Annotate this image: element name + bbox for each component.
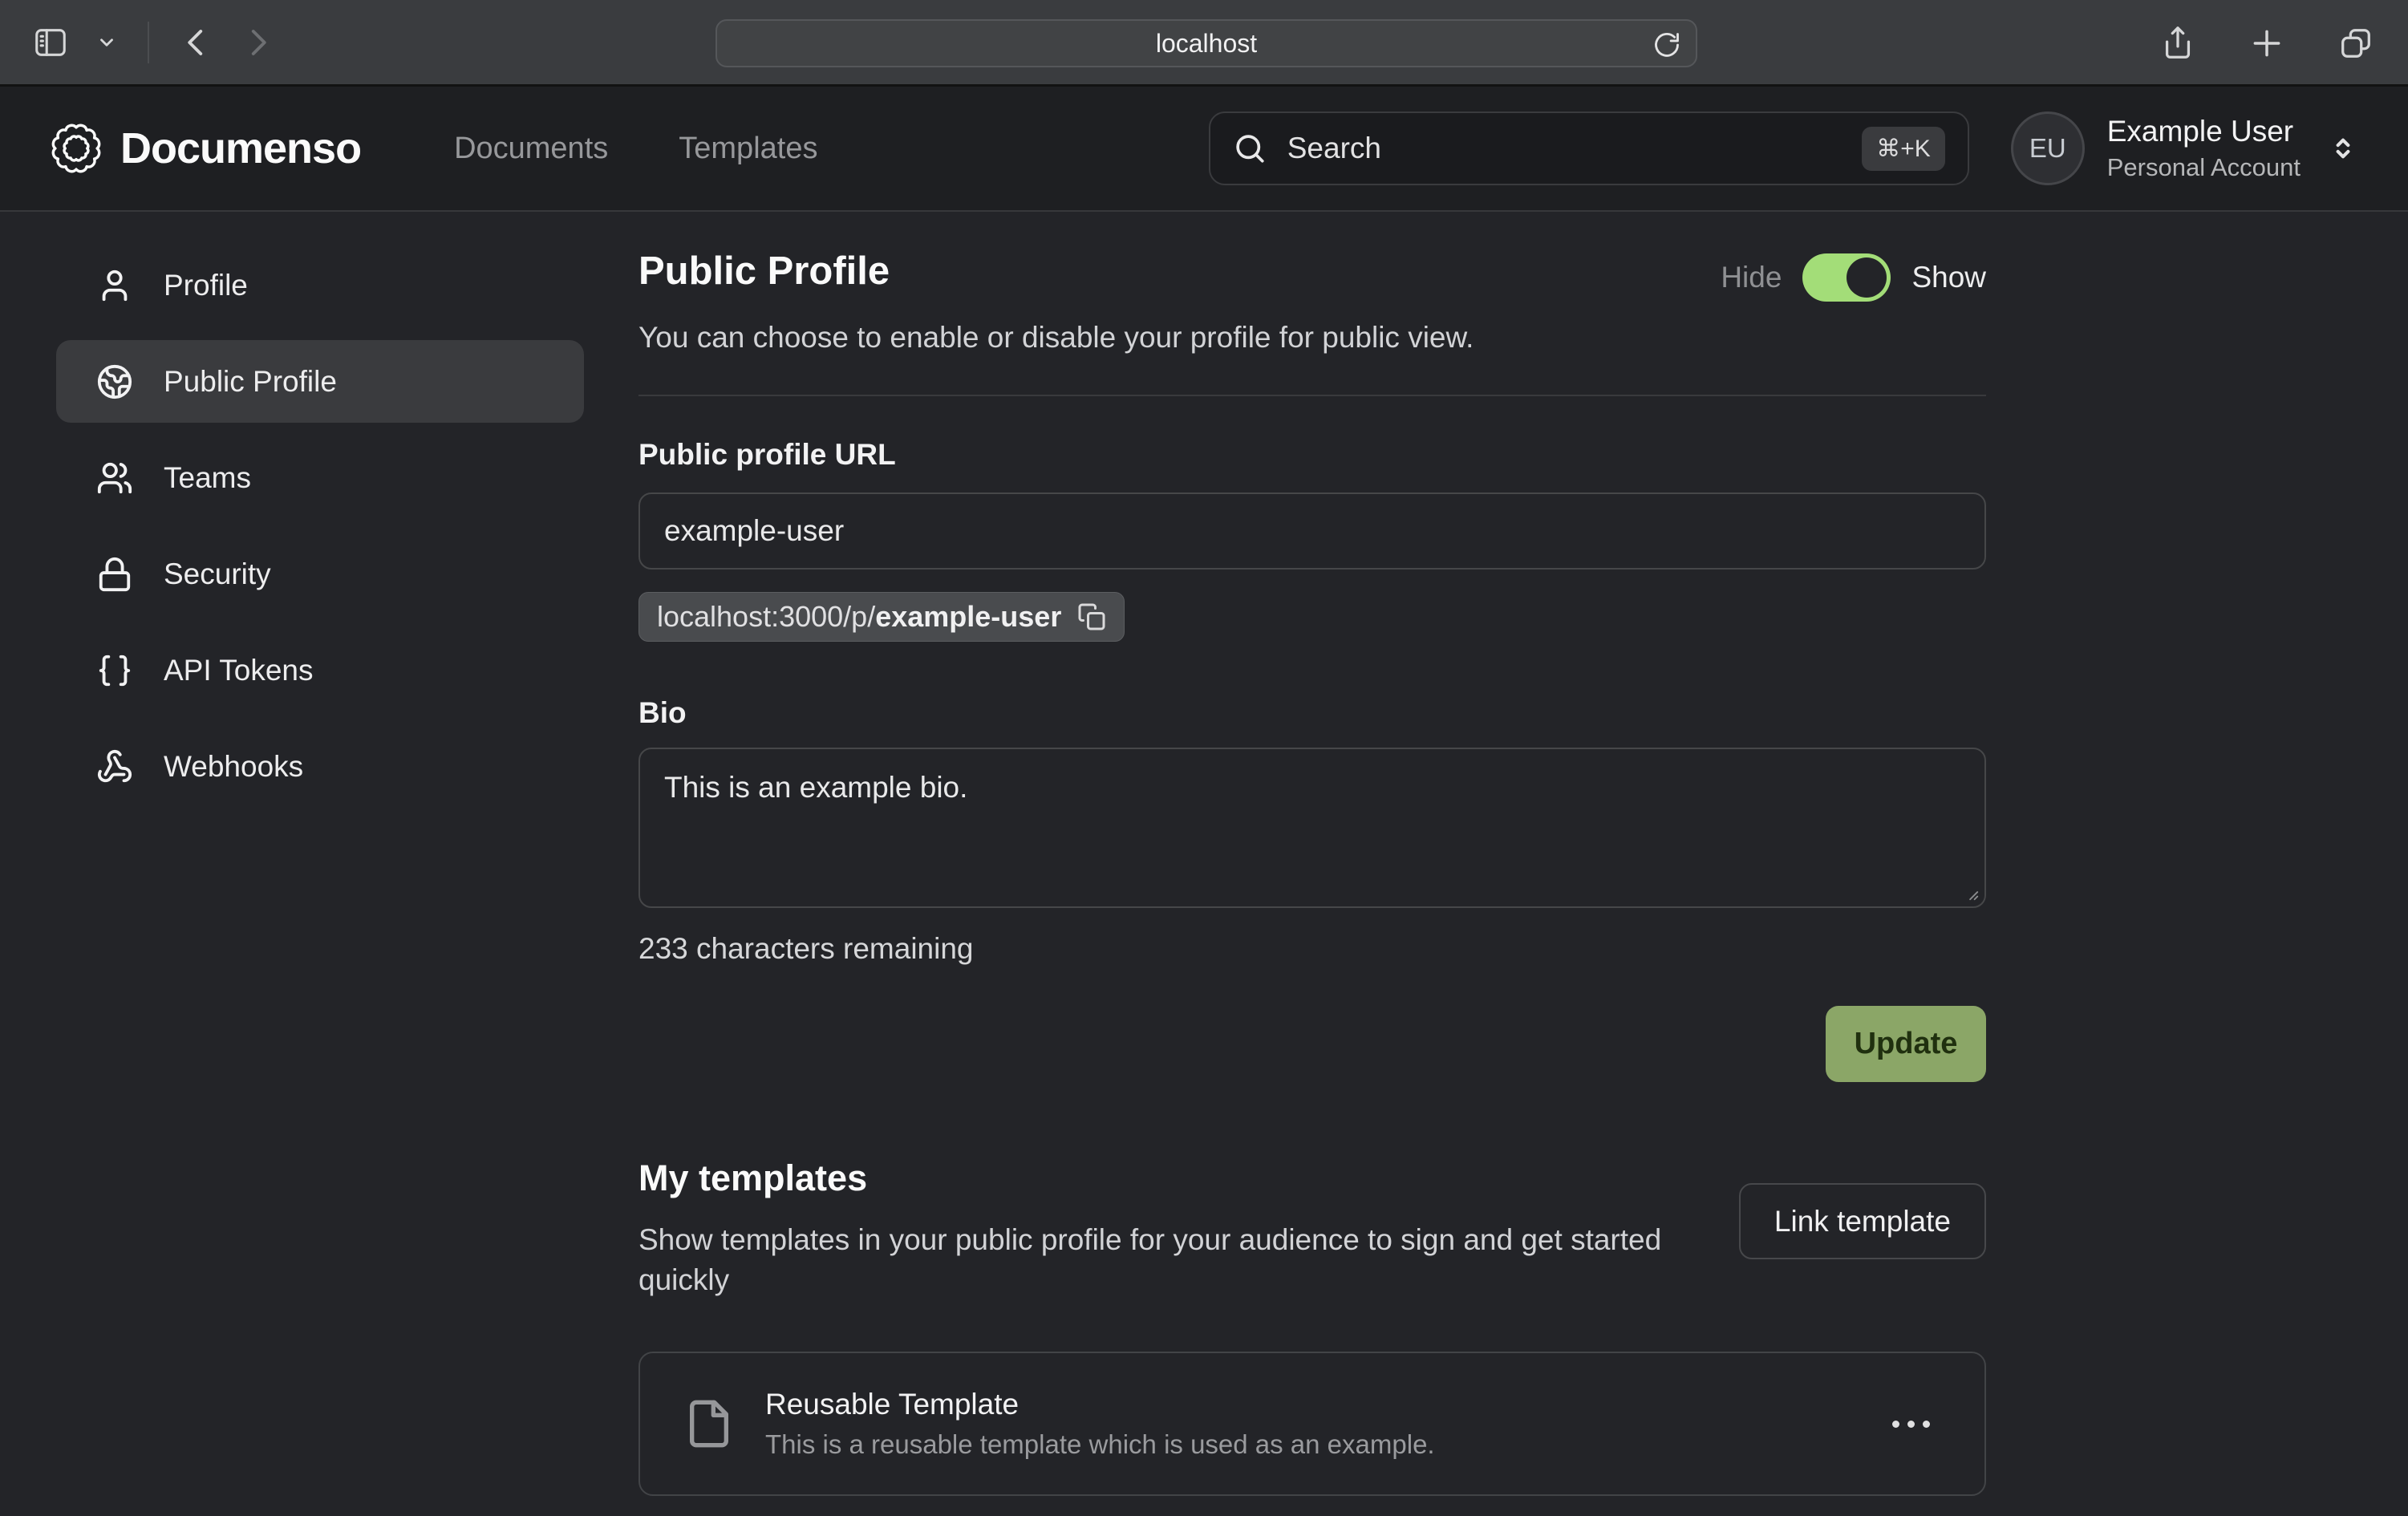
braces-icon bbox=[96, 652, 133, 689]
template-card: Reusable Template This is a reusable tem… bbox=[638, 1352, 1986, 1496]
sidebar-item-label: Profile bbox=[164, 269, 248, 302]
sidebar-item-label: Webhooks bbox=[164, 750, 303, 784]
profile-url-preview[interactable]: localhost:3000/p/example-user bbox=[638, 592, 1125, 642]
section-divider bbox=[638, 395, 1986, 396]
toggle-hide-label: Hide bbox=[1721, 261, 1782, 294]
profile-visibility-toggle[interactable] bbox=[1802, 253, 1891, 302]
toolbar-separator bbox=[148, 22, 149, 63]
public-profile-settings: Public Profile Hide Show You can choose … bbox=[638, 244, 1986, 1496]
nav-templates[interactable]: Templates bbox=[679, 132, 817, 166]
bio-char-counter: 233 characters remaining bbox=[638, 932, 1986, 966]
sidebar-item-public-profile[interactable]: Public Profile bbox=[56, 340, 584, 423]
user-menu[interactable]: EU Example User Personal Account bbox=[2011, 111, 2358, 185]
search-input[interactable] bbox=[1287, 132, 1862, 165]
my-templates-description: Show templates in your public profile fo… bbox=[638, 1220, 1705, 1300]
brand-name: Documenso bbox=[120, 124, 361, 173]
user-name: Example User bbox=[2107, 115, 2301, 148]
bio-textarea[interactable]: This is an example bio. bbox=[638, 748, 1986, 908]
documenso-logo-icon bbox=[50, 122, 103, 175]
page-subtitle: You can choose to enable or disable your… bbox=[638, 319, 1986, 356]
sidebar-item-security[interactable]: Security bbox=[56, 533, 584, 615]
users-icon bbox=[96, 460, 133, 497]
globe-icon bbox=[96, 363, 133, 400]
sidebar-item-api-tokens[interactable]: API Tokens bbox=[56, 629, 584, 711]
copy-icon[interactable] bbox=[1077, 602, 1106, 631]
my-templates-title: My templates bbox=[638, 1157, 1705, 1199]
refresh-icon[interactable] bbox=[1652, 30, 1681, 59]
bio-label: Bio bbox=[638, 696, 1986, 730]
webhook-icon bbox=[96, 748, 133, 785]
avatar: EU bbox=[2011, 111, 2085, 185]
share-icon[interactable] bbox=[2159, 25, 2196, 62]
address-bar-url: localhost bbox=[1156, 29, 1257, 59]
file-icon bbox=[683, 1398, 735, 1449]
toolbar-chevron-down-icon[interactable] bbox=[96, 32, 117, 53]
sidebar-item-webhooks[interactable]: Webhooks bbox=[56, 725, 584, 808]
brand[interactable]: Documenso bbox=[50, 122, 361, 175]
sidebar-item-profile[interactable]: Profile bbox=[56, 244, 584, 326]
search-shortcut-badge: ⌘+K bbox=[1862, 127, 1945, 171]
toggle-show-label: Show bbox=[1911, 261, 1986, 294]
sidebar-item-label: Teams bbox=[164, 461, 251, 495]
user-icon bbox=[96, 267, 133, 304]
page-title: Public Profile bbox=[638, 249, 890, 294]
sidebar-item-label: Public Profile bbox=[164, 365, 337, 399]
search-icon bbox=[1233, 132, 1267, 165]
user-account-type: Personal Account bbox=[2107, 153, 2301, 182]
address-bar[interactable]: localhost bbox=[716, 19, 1697, 67]
chevrons-up-down-icon bbox=[2328, 133, 2358, 164]
template-description: This is a reusable template which is use… bbox=[765, 1429, 1881, 1460]
lock-icon bbox=[96, 556, 133, 593]
sidebar-item-label: Security bbox=[164, 557, 271, 591]
tab-overview-icon[interactable] bbox=[2337, 25, 2374, 62]
template-title: Reusable Template bbox=[765, 1388, 1881, 1421]
ellipsis-icon bbox=[1892, 1421, 1899, 1428]
new-tab-icon[interactable] bbox=[2249, 26, 2284, 61]
sidebar-item-label: API Tokens bbox=[164, 654, 313, 687]
sidebar-toggle-icon[interactable] bbox=[32, 24, 69, 61]
avatar-initials: EU bbox=[2029, 133, 2066, 164]
profile-url-label: Public profile URL bbox=[638, 438, 1986, 472]
nav-documents[interactable]: Documents bbox=[454, 132, 608, 166]
browser-toolbar: localhost bbox=[0, 0, 2408, 87]
update-button[interactable]: Update bbox=[1826, 1006, 1986, 1082]
toggle-knob bbox=[1847, 257, 1887, 298]
back-button-icon[interactable] bbox=[180, 26, 213, 59]
resize-handle-icon[interactable] bbox=[1962, 884, 1980, 902]
sidebar-item-teams[interactable]: Teams bbox=[56, 436, 584, 519]
template-actions-menu[interactable] bbox=[1881, 1409, 1941, 1439]
profile-url-input[interactable] bbox=[638, 492, 1986, 570]
app-header: Documenso Documents Templates ⌘+K EU Exa… bbox=[0, 87, 2408, 212]
top-nav: Documents Templates bbox=[454, 132, 817, 166]
link-template-button[interactable]: Link template bbox=[1739, 1183, 1986, 1259]
settings-sidebar: Profile Public Profile Teams Security AP… bbox=[56, 244, 584, 1496]
profile-url-preview-text: localhost:3000/p/example-user bbox=[657, 600, 1061, 634]
forward-button-icon[interactable] bbox=[241, 26, 274, 59]
global-search[interactable]: ⌘+K bbox=[1209, 111, 1969, 185]
